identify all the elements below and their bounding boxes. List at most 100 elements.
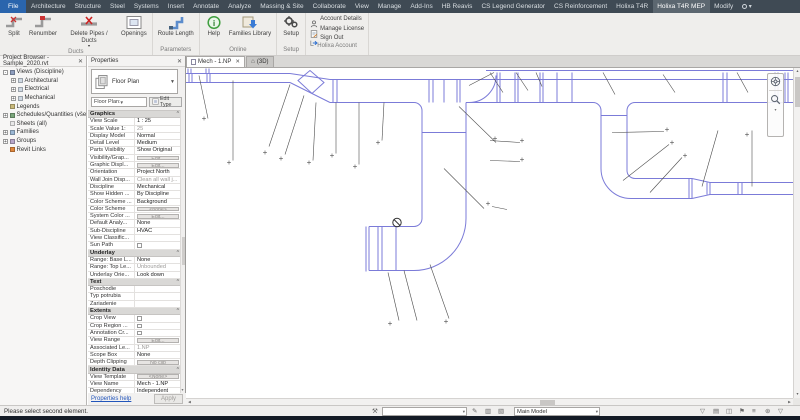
ribbon-button-route-length[interactable]: Route Length xyxy=(156,14,196,39)
close-icon[interactable]: ✕ xyxy=(235,59,240,65)
select-by-face-icon[interactable]: ≡ xyxy=(752,407,756,416)
duct-line[interactable] xyxy=(601,169,631,199)
property-value[interactable]: None xyxy=(135,220,181,226)
annotation-leader-line[interactable] xyxy=(737,73,748,93)
duct-line[interactable] xyxy=(414,219,466,271)
property-value[interactable]: HVAC xyxy=(135,228,181,234)
property-value[interactable]: Show Original xyxy=(135,147,181,153)
worksets-icon[interactable]: ⚒ xyxy=(372,407,378,416)
property-value[interactable]: None xyxy=(135,352,181,358)
close-icon[interactable]: ✕ xyxy=(78,58,83,65)
scrollbar-thumb[interactable] xyxy=(182,237,186,265)
tree-expander-icon[interactable]: + xyxy=(3,139,8,144)
ribbon-button-account-details[interactable]: Account Details xyxy=(310,15,364,23)
property-value[interactable]: Look down xyxy=(135,272,181,278)
duct-line[interactable] xyxy=(414,219,422,227)
properties-scrollbar[interactable] xyxy=(180,110,185,393)
checkbox[interactable] xyxy=(137,331,142,336)
ribbon-tab-steel[interactable]: Steel xyxy=(106,0,130,13)
property-value[interactable]: Normal xyxy=(135,133,181,139)
annotation-leader-line[interactable] xyxy=(702,131,718,187)
property-value[interactable] xyxy=(135,242,181,248)
ribbon-tab-view[interactable]: View xyxy=(350,0,373,13)
scroll-up-icon[interactable]: ▲ xyxy=(794,68,800,75)
tree-expander-icon[interactable]: - xyxy=(3,70,8,75)
property-value[interactable] xyxy=(135,315,181,321)
ribbon-button-openings[interactable]: Openings xyxy=(119,14,149,39)
properties-section-extents[interactable]: Extents^ xyxy=(88,308,181,315)
checkbox[interactable] xyxy=(137,324,142,329)
ribbon-button-delete-pipes-ducts[interactable]: Delete Pipes / Ducts▾ xyxy=(61,14,117,48)
duct-line[interactable] xyxy=(414,103,422,111)
annotation-leader-line[interactable] xyxy=(603,73,615,95)
background-processes-icon[interactable]: ⊛ xyxy=(765,407,770,416)
tree-item-mechanical[interactable]: +Mechanical xyxy=(0,94,86,103)
property-value[interactable] xyxy=(135,293,181,299)
property-value[interactable] xyxy=(135,235,181,241)
chevron-down-icon[interactable]: ▾ xyxy=(774,108,776,111)
checkbox[interactable] xyxy=(137,316,142,321)
ribbon-tab-annotate[interactable]: Annotate xyxy=(189,0,224,13)
tree-expander-icon[interactable]: + xyxy=(11,96,16,101)
ribbon-tab-holixa-t4r[interactable]: Holixa T4R xyxy=(612,0,653,13)
type-selector[interactable]: Floor Plan ▼ xyxy=(91,69,178,94)
scrollbar-thumb[interactable] xyxy=(795,77,800,107)
ribbon-tab-collaborate[interactable]: Collaborate xyxy=(308,0,350,13)
property-value[interactable] xyxy=(135,286,181,292)
annotation-leader-line[interactable] xyxy=(313,103,316,161)
annotation-leader-line[interactable] xyxy=(444,169,484,209)
property-value[interactable]: None xyxy=(135,257,181,263)
worksets-dropdown[interactable]: ▾ xyxy=(382,407,467,416)
ribbon-button-manage-license[interactable]: Manage License xyxy=(310,25,364,33)
annotation-leader-line[interactable] xyxy=(459,107,496,143)
ribbon-display-toggle[interactable]: ▾ xyxy=(738,0,756,13)
ribbon-button-renumber[interactable]: Renumber xyxy=(27,14,59,39)
select-pinned-icon[interactable]: ⚑ xyxy=(739,407,745,416)
property-value[interactable]: No clip xyxy=(137,360,179,365)
properties-section-text[interactable]: Text^ xyxy=(88,279,181,286)
properties-section-identity-data[interactable]: Identity Data^ xyxy=(88,366,181,373)
annotation-leader-line[interactable] xyxy=(623,145,669,181)
property-value[interactable]: <None> xyxy=(137,374,179,379)
annotation-leader-line[interactable] xyxy=(404,271,417,321)
property-value[interactable]: Project North xyxy=(135,169,181,175)
vertical-scrollbar[interactable]: ▲ ▼ xyxy=(793,68,800,398)
ribbon-tab-massing-site[interactable]: Massing & Site xyxy=(256,0,308,13)
apply-button[interactable]: Apply xyxy=(154,394,183,404)
navigation-wheel-icon[interactable] xyxy=(770,76,781,87)
duct-line[interactable] xyxy=(290,74,330,80)
property-value[interactable]: Edit... xyxy=(137,338,179,343)
property-value[interactable] xyxy=(135,301,181,307)
property-value[interactable]: Background xyxy=(135,199,181,205)
tree-item-views-discipline-[interactable]: -Views (Discipline) xyxy=(0,68,86,77)
property-value[interactable] xyxy=(135,330,181,336)
ribbon-tab-add-ins[interactable]: Add-Ins xyxy=(406,0,437,13)
ribbon-tab-insert[interactable]: Insert xyxy=(163,0,188,13)
properties-help-link[interactable]: Properties help xyxy=(91,396,131,402)
ribbon-tab-architecture[interactable]: Architecture xyxy=(26,0,70,13)
selection-filter-icon[interactable]: ▽ xyxy=(778,407,783,416)
ribbon-button-setup[interactable]: Setup xyxy=(280,14,302,39)
annotation-leader-line[interactable] xyxy=(382,103,384,141)
annotation-leader-line[interactable] xyxy=(285,96,304,155)
property-value[interactable]: Medium xyxy=(135,140,181,146)
tree-item-schedules-quantities-v-echny-[interactable]: +Schedules/Quantities (všechny) xyxy=(0,111,86,120)
annotation-leader-line[interactable] xyxy=(430,265,449,319)
scroll-down-icon[interactable]: ▼ xyxy=(794,391,800,398)
view-tab-mech-1-np[interactable]: Mech - 1.NP✕ xyxy=(186,56,245,67)
ribbon-button-families-library[interactable]: Families Library xyxy=(227,14,273,39)
tree-expander-icon[interactable]: + xyxy=(3,113,8,118)
property-value[interactable]: Edit... xyxy=(137,163,179,168)
annotation-leader-line[interactable] xyxy=(269,85,290,147)
exclude-options-icon[interactable]: ▽ xyxy=(700,407,705,416)
property-value[interactable]: Edit... xyxy=(137,156,179,161)
view-tab--3d-[interactable]: ⌂(3D) xyxy=(246,56,274,67)
edit-type-button[interactable]: Edit Type xyxy=(149,97,182,107)
duct-line[interactable] xyxy=(692,195,793,199)
ribbon-button-split[interactable]: Split xyxy=(3,14,25,39)
tree-item-revit-links[interactable]: Revit Links xyxy=(0,145,86,154)
design-options-icon[interactable]: ▧ xyxy=(498,407,504,416)
instance-selector-dropdown[interactable]: Floor Plan: Mech - 1... ▼ xyxy=(91,97,147,107)
annotation-leader-line[interactable] xyxy=(490,161,520,162)
property-value[interactable]: Mechanical xyxy=(135,184,181,190)
